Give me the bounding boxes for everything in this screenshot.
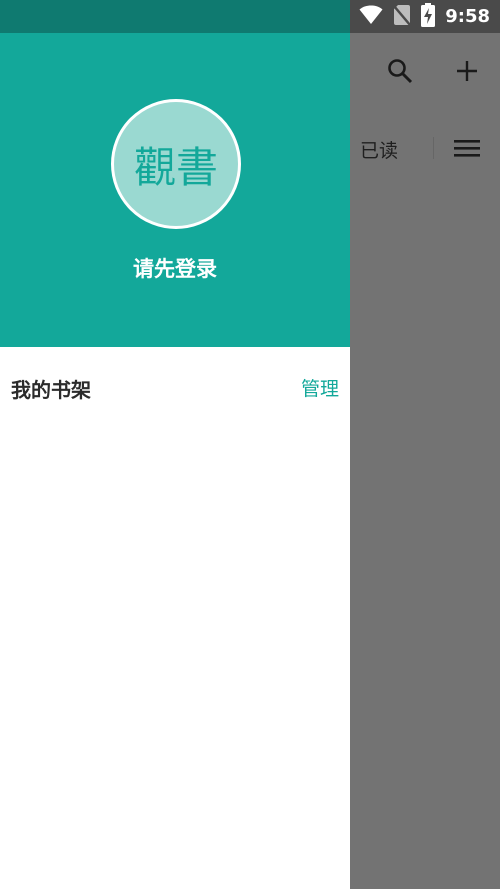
- app-screen: 9:58 已读 觀書 请先登录 我的书架 管理: [0, 0, 500, 889]
- add-icon[interactable]: [453, 57, 481, 85]
- bookshelf-title: 我的书架: [11, 378, 91, 402]
- drawer-header: 觀書 请先登录: [0, 33, 350, 347]
- navigation-drawer: 觀書 请先登录 我的书架 管理: [0, 33, 350, 889]
- login-prompt[interactable]: 请先登录: [0, 253, 350, 283]
- manage-button[interactable]: 管理: [301, 374, 339, 401]
- avatar-logo-text: 觀書: [133, 142, 218, 192]
- menu-icon[interactable]: [453, 134, 481, 162]
- main-content-scrim[interactable]: 已读: [350, 33, 500, 889]
- tab-read[interactable]: 已读: [360, 136, 398, 163]
- status-time: 9:58: [445, 6, 490, 27]
- bookshelf-row: 我的书架 管理: [0, 347, 350, 427]
- battery-charging-icon: [421, 2, 436, 31]
- wifi-icon: [359, 5, 383, 29]
- search-icon[interactable]: [386, 57, 414, 85]
- no-sim-icon: [393, 4, 412, 30]
- status-bar: 9:58: [0, 0, 500, 33]
- toolbar-divider: [433, 137, 434, 159]
- avatar[interactable]: 觀書: [111, 99, 241, 229]
- status-icons: 9:58: [359, 0, 490, 33]
